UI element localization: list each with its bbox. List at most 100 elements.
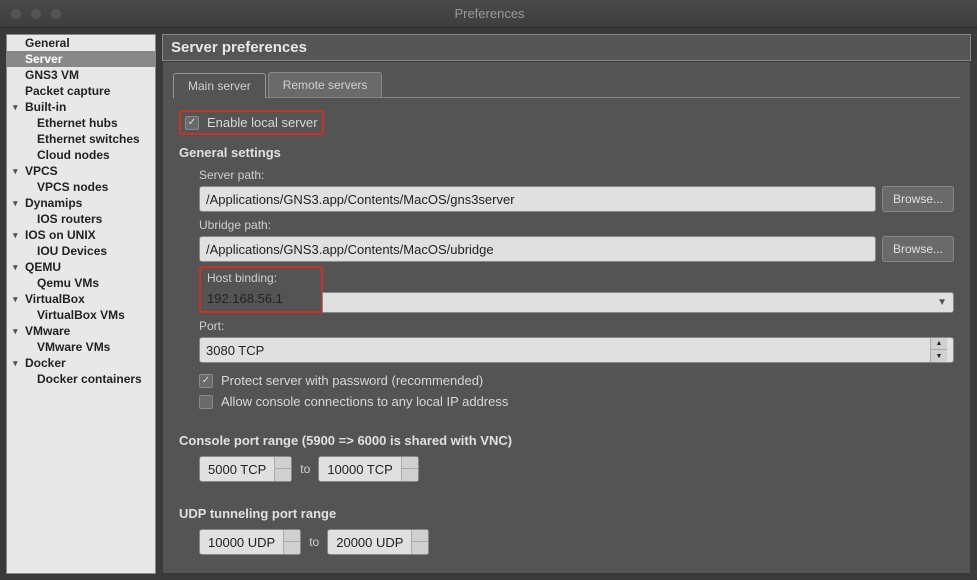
sidebar-item-virtualbox[interactable]: ▾VirtualBox xyxy=(7,291,155,307)
content-header: Server preferences xyxy=(162,34,971,61)
allow-console-label: Allow console connections to any local I… xyxy=(221,394,508,409)
tab-remote-servers[interactable]: Remote servers xyxy=(268,72,383,97)
port-up-button[interactable]: ▲ xyxy=(931,338,947,350)
sidebar-item-label: VMware xyxy=(25,324,70,338)
port-down-button[interactable]: ▼ xyxy=(931,350,947,362)
ubridge-path-browse-button[interactable]: Browse... xyxy=(882,236,954,262)
spinner-down-icon[interactable]: ▼ xyxy=(275,469,291,481)
sidebar-item-label: Built-in xyxy=(25,100,66,114)
sidebar-item-general[interactable]: General xyxy=(7,35,155,51)
sidebar-item-label: QEMU xyxy=(25,260,61,274)
spinner-up-icon[interactable]: ▲ xyxy=(275,457,291,469)
port-label: Port: xyxy=(199,319,954,333)
expand-arrow-icon: ▾ xyxy=(13,262,23,272)
ubridge-path-label: Ubridge path: xyxy=(199,218,954,232)
tab-content: ✓ Enable local server General settings S… xyxy=(173,97,960,555)
sidebar-item-label: VPCS xyxy=(25,164,58,178)
enable-local-server-highlight: ✓ Enable local server xyxy=(179,110,324,135)
chevron-down-icon: ▼ xyxy=(937,297,947,308)
sidebar-item-label: VirtualBox xyxy=(25,292,85,306)
server-path-browse-button[interactable]: Browse... xyxy=(882,186,954,212)
udp-port-from-input[interactable]: 10000 UDP ▲ ▼ xyxy=(199,529,301,555)
host-binding-highlight: Host binding: 192.168.56.1 xyxy=(199,266,323,313)
expand-arrow-icon: ▾ xyxy=(13,166,23,176)
sidebar-item-label: Ethernet hubs xyxy=(37,116,118,130)
expand-arrow-icon: ▾ xyxy=(13,358,23,368)
sidebar-item-label: Docker xyxy=(25,356,66,370)
to-label: to xyxy=(300,462,310,476)
console-port-to-input[interactable]: 10000 TCP ▲ ▼ xyxy=(318,456,419,482)
server-path-label: Server path: xyxy=(199,168,954,182)
port-input[interactable]: 3080 TCP ▲ ▼ xyxy=(199,337,954,363)
sidebar-item-label: Docker containers xyxy=(37,372,142,386)
expand-arrow-icon: ▾ xyxy=(13,326,23,336)
sidebar-item-label: VMware VMs xyxy=(37,340,110,354)
spinner-up-icon[interactable]: ▲ xyxy=(412,530,428,542)
host-binding-select[interactable]: ▼ xyxy=(322,292,954,313)
sidebar-item-label: Cloud nodes xyxy=(37,148,110,162)
titlebar: Preferences xyxy=(0,0,977,28)
expand-arrow-icon: ▾ xyxy=(13,102,23,112)
ubridge-path-input[interactable] xyxy=(199,236,876,262)
sidebar-item-docker[interactable]: ▾Docker xyxy=(7,355,155,371)
enable-local-server-checkbox[interactable]: ✓ xyxy=(185,116,199,130)
spinner-up-icon[interactable]: ▲ xyxy=(284,530,300,542)
spinner-down-icon[interactable]: ▼ xyxy=(284,542,300,554)
sidebar-item-vmware[interactable]: ▾VMware xyxy=(7,323,155,339)
window-title: Preferences xyxy=(12,6,967,21)
sidebar-item-vpcs[interactable]: ▾VPCS xyxy=(7,163,155,179)
spinner-down-icon[interactable]: ▼ xyxy=(412,542,428,554)
sidebar-item-dynamips[interactable]: ▾Dynamips xyxy=(7,195,155,211)
sidebar-item-label: GNS3 VM xyxy=(25,68,79,82)
sidebar-item-vmware-vms[interactable]: VMware VMs xyxy=(7,339,155,355)
spinner-down-icon[interactable]: ▼ xyxy=(402,469,418,481)
enable-local-server-label: Enable local server xyxy=(207,115,318,130)
sidebar-item-ethernet-switches[interactable]: Ethernet switches xyxy=(7,131,155,147)
sidebar-item-gns3-vm[interactable]: GNS3 VM xyxy=(7,67,155,83)
udp-port-to-input[interactable]: 20000 UDP ▲ ▼ xyxy=(327,529,429,555)
protect-password-label: Protect server with password (recommende… xyxy=(221,373,483,388)
sidebar-item-vpcs-nodes[interactable]: VPCS nodes xyxy=(7,179,155,195)
sidebar-item-ios-routers[interactable]: IOS routers xyxy=(7,211,155,227)
to-label: to xyxy=(309,535,319,549)
sidebar-item-label: Ethernet switches xyxy=(37,132,140,146)
udp-tunneling-title: UDP tunneling port range xyxy=(179,506,954,521)
sidebar-item-cloud-nodes[interactable]: Cloud nodes xyxy=(7,147,155,163)
spinner-up-icon[interactable]: ▲ xyxy=(402,457,418,469)
allow-console-checkbox[interactable] xyxy=(199,395,213,409)
console-port-range-title: Console port range (5900 => 6000 is shar… xyxy=(179,433,954,448)
general-settings-title: General settings xyxy=(179,145,954,160)
sidebar-item-ethernet-hubs[interactable]: Ethernet hubs xyxy=(7,115,155,131)
sidebar-item-qemu[interactable]: ▾QEMU xyxy=(7,259,155,275)
protect-password-checkbox[interactable]: ✓ xyxy=(199,374,213,388)
expand-arrow-icon: ▾ xyxy=(13,230,23,240)
sidebar-item-server[interactable]: Server xyxy=(7,51,155,67)
sidebar-item-label: VirtualBox VMs xyxy=(37,308,125,322)
sidebar: GeneralServerGNS3 VMPacket capture▾Built… xyxy=(6,34,156,574)
sidebar-item-ios-on-unix[interactable]: ▾IOS on UNIX xyxy=(7,227,155,243)
sidebar-item-label: Packet capture xyxy=(25,84,110,98)
sidebar-item-qemu-vms[interactable]: Qemu VMs xyxy=(7,275,155,291)
sidebar-item-virtualbox-vms[interactable]: VirtualBox VMs xyxy=(7,307,155,323)
sidebar-item-built-in[interactable]: ▾Built-in xyxy=(7,99,155,115)
sidebar-item-iou-devices[interactable]: IOU Devices xyxy=(7,243,155,259)
sidebar-item-label: VPCS nodes xyxy=(37,180,108,194)
host-binding-label: Host binding: xyxy=(207,271,315,285)
sidebar-item-label: IOS on UNIX xyxy=(25,228,96,242)
sidebar-item-label: IOU Devices xyxy=(37,244,107,258)
console-port-from-input[interactable]: 5000 TCP ▲ ▼ xyxy=(199,456,292,482)
sidebar-item-label: IOS routers xyxy=(37,212,102,226)
tab-main-server[interactable]: Main server xyxy=(173,73,266,98)
sidebar-item-docker-containers[interactable]: Docker containers xyxy=(7,371,155,387)
server-path-input[interactable] xyxy=(199,186,876,212)
sidebar-item-label: General xyxy=(25,36,70,50)
sidebar-item-label: Dynamips xyxy=(25,196,82,210)
content-body: Main server Remote servers ✓ Enable loca… xyxy=(162,61,971,574)
sidebar-item-label: Qemu VMs xyxy=(37,276,99,290)
expand-arrow-icon: ▾ xyxy=(13,294,23,304)
tabs: Main server Remote servers xyxy=(173,72,960,97)
content: Server preferences Main server Remote se… xyxy=(162,34,971,574)
sidebar-item-label: Server xyxy=(25,52,62,66)
sidebar-item-packet-capture[interactable]: Packet capture xyxy=(7,83,155,99)
expand-arrow-icon: ▾ xyxy=(13,198,23,208)
